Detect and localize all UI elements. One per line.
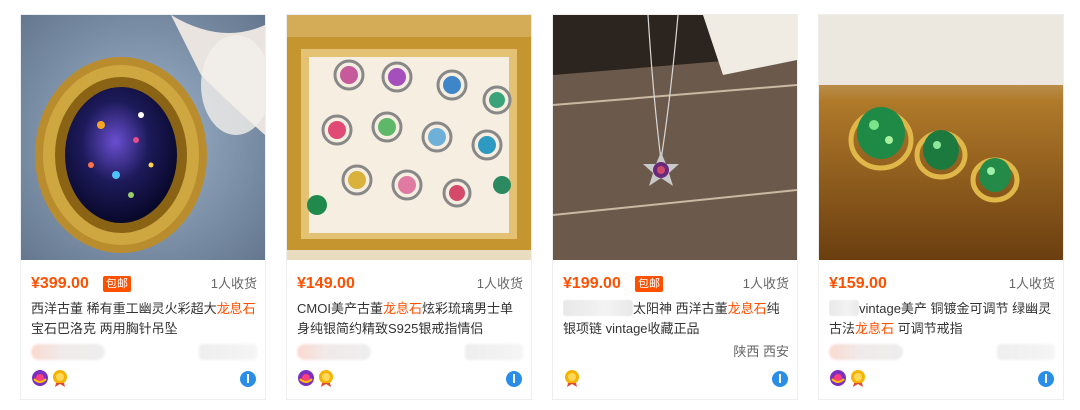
price: ¥199.00 — [563, 275, 621, 292]
product-image[interactable] — [819, 15, 1063, 260]
price: ¥159.00 — [829, 275, 887, 292]
product-title[interactable]: 西洋古董 稀有重工幽灵火彩超大龙息石宝石巴洛克 两用胸针吊坠 — [31, 299, 257, 339]
title-highlight: 龙息石 — [216, 301, 256, 316]
wangwang-icon[interactable] — [771, 370, 789, 388]
seller-row — [297, 341, 523, 363]
price: ¥149.00 — [297, 275, 355, 292]
location-redacted — [997, 344, 1055, 360]
title-text: 太阳神 西洋古董 — [633, 301, 728, 316]
seller-name-redacted[interactable] — [297, 344, 371, 360]
location-redacted — [465, 344, 523, 360]
seller-name-redacted[interactable] — [31, 344, 105, 360]
tmall-icon[interactable] — [297, 369, 315, 387]
gold-seller-icon[interactable] — [849, 369, 867, 387]
icons-row — [31, 369, 257, 389]
location-redacted — [199, 344, 257, 360]
icons-row — [829, 369, 1055, 389]
wangwang-icon[interactable] — [505, 370, 523, 388]
product-title[interactable]: vintage美产 铜镀金可调节 绿幽灵古法龙息石 可调节戒指 — [829, 299, 1055, 339]
title-text: 可调节戒指 — [894, 321, 963, 336]
free-shipping-badge: 包邮 — [635, 276, 663, 292]
gold-seller-icon[interactable] — [317, 369, 335, 387]
product-image[interactable] — [287, 15, 531, 260]
title-text: 西洋古董 稀有重工幽灵火彩超大 — [31, 301, 217, 316]
product-image[interactable] — [553, 15, 797, 260]
seller-row: 陕西 西安 — [563, 341, 789, 363]
gold-seller-icon[interactable] — [51, 369, 69, 387]
title-highlight: 龙息石 — [727, 301, 767, 316]
icons-row — [563, 369, 789, 389]
title-text: 宝石巴洛克 两用胸针吊坠 — [31, 321, 178, 336]
sales-count: 1人收货 — [210, 276, 257, 291]
sales-count: 1人收货 — [476, 276, 523, 291]
title-highlight: 龙息石 — [382, 301, 422, 316]
title-redacted — [829, 300, 859, 316]
price-row: ¥149.00 1人收货 — [297, 273, 523, 295]
seller-row — [829, 341, 1055, 363]
sales-count: 1人收货 — [1008, 276, 1055, 291]
product-card[interactable]: ¥399.00 包邮 1人收货 西洋古董 稀有重工幽灵火彩超大龙息石宝石巴洛克 … — [20, 14, 266, 400]
price-row: ¥159.00 1人收货 — [829, 273, 1055, 295]
gold-seller-icon[interactable] — [563, 369, 581, 387]
product-card[interactable]: ¥159.00 1人收货 vintage美产 铜镀金可调节 绿幽灵古法龙息石 可… — [818, 14, 1064, 400]
title-text: CMOI美产古董 — [297, 301, 383, 316]
sales-count: 1人收货 — [742, 276, 789, 291]
price-row: ¥199.00 包邮 1人收货 — [563, 273, 789, 295]
product-grid: ¥399.00 包邮 1人收货 西洋古董 稀有重工幽灵火彩超大龙息石宝石巴洛克 … — [20, 14, 1064, 400]
seller-row — [31, 341, 257, 363]
product-image[interactable] — [21, 15, 265, 260]
seller-name-redacted[interactable] — [829, 344, 903, 360]
product-title[interactable]: CMOI美产古董龙息石炫彩琉璃男士单身纯银简约精致S925银戒指情侣 — [297, 299, 523, 339]
free-shipping-badge: 包邮 — [103, 276, 131, 292]
product-card[interactable]: ¥199.00 包邮 1人收货 太阳神 西洋古董龙息石纯银项链 vintage收… — [552, 14, 798, 400]
wangwang-icon[interactable] — [239, 370, 257, 388]
product-title[interactable]: 太阳神 西洋古董龙息石纯银项链 vintage收藏正品 — [563, 299, 789, 339]
location: 陕西 西安 — [733, 344, 789, 359]
price: ¥399.00 — [31, 275, 89, 292]
title-highlight: 龙息石 — [855, 321, 895, 336]
tmall-icon[interactable] — [31, 369, 49, 387]
icons-row — [297, 369, 523, 389]
wangwang-icon[interactable] — [1037, 370, 1055, 388]
product-card[interactable]: ¥149.00 1人收货 CMOI美产古董龙息石炫彩琉璃男士单身纯银简约精致S9… — [286, 14, 532, 400]
tmall-icon[interactable] — [829, 369, 847, 387]
title-redacted — [563, 300, 633, 316]
price-row: ¥399.00 包邮 1人收货 — [31, 273, 257, 295]
